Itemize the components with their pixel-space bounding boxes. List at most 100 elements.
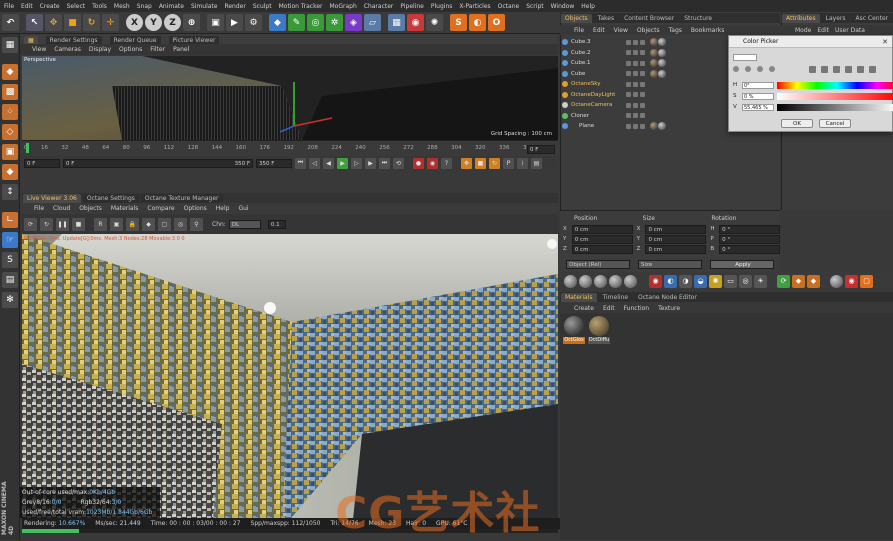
octane-object-tag-icon[interactable]: ⟳ — [777, 274, 790, 288]
menu-materials[interactable]: Materials — [111, 205, 139, 212]
material-preview-3-icon[interactable] — [594, 274, 607, 288]
keyframe-selection-button[interactable]: ? — [441, 157, 452, 169]
octane-targetlight-icon[interactable]: ◎ — [739, 274, 752, 288]
scripts-button[interactable]: S — [450, 14, 467, 31]
visibility-flags[interactable] — [626, 113, 645, 119]
clay-mode-button[interactable]: ◆ — [142, 217, 155, 231]
menu-panel[interactable]: Panel — [173, 46, 189, 53]
spline-pen-button[interactable]: ✎ — [288, 14, 305, 31]
menu-script[interactable]: Script — [526, 3, 543, 10]
array-button[interactable]: ✲ — [326, 14, 343, 31]
visibility-dot-icon[interactable] — [633, 60, 638, 66]
image-picker-icon[interactable] — [757, 66, 763, 72]
start-frame-field[interactable]: 0 F — [24, 158, 60, 168]
octane-scatter-icon[interactable]: ◆ — [792, 274, 805, 288]
menu-character[interactable]: Character — [364, 3, 394, 10]
render-view-button[interactable]: ▣ — [207, 14, 224, 31]
rgb-mode-icon[interactable] — [809, 66, 816, 73]
visibility-dot-icon[interactable] — [626, 71, 631, 77]
menu-render[interactable]: Render — [224, 3, 245, 10]
ok-button[interactable]: OK — [781, 119, 813, 128]
film-region-button[interactable]: ▣ — [110, 217, 123, 231]
polygons-mode-icon[interactable]: ▣ — [2, 144, 18, 160]
material-preview-2-icon[interactable] — [579, 274, 592, 288]
material-tag-icon[interactable] — [658, 122, 666, 131]
tab-layers[interactable]: Layers — [821, 14, 850, 23]
size-field[interactable]: 0 cm — [645, 244, 707, 254]
visibility-flags[interactable] — [626, 102, 645, 108]
menu-function[interactable]: Function — [624, 305, 650, 312]
menu-octane[interactable]: Octane — [498, 3, 520, 10]
octane-hdri-icon[interactable]: ◑ — [679, 274, 692, 288]
size-field[interactable]: 0 cm — [645, 224, 707, 234]
tab-octane-settings[interactable]: Octane Settings — [82, 194, 139, 203]
scale-key-button[interactable]: ■ — [475, 157, 486, 169]
saturation-slider[interactable] — [777, 92, 893, 100]
menu-file[interactable]: File — [4, 3, 14, 10]
palette-icon[interactable] — [769, 66, 775, 72]
material-tag-icon[interactable] — [650, 59, 658, 68]
material-tag-icon[interactable] — [658, 48, 666, 57]
go-to-start-button[interactable]: ⏮ — [295, 157, 306, 169]
menu-mode[interactable]: Mode — [795, 27, 811, 34]
menu-bookmarks[interactable]: Bookmarks — [691, 27, 725, 34]
edges-mode-icon[interactable]: ◇ — [2, 124, 18, 140]
visibility-dot-icon[interactable] — [626, 60, 631, 66]
visibility-dot-icon[interactable] — [640, 102, 645, 108]
lock-icon[interactable]: 🔒 — [126, 217, 139, 231]
tab-attributes[interactable]: Attributes — [782, 14, 820, 23]
pause-button[interactable]: ❚❚ — [56, 217, 69, 231]
value-slider[interactable] — [777, 103, 893, 111]
tab-octane-texture-manager[interactable]: Octane Texture Manager — [140, 194, 223, 203]
channel-select[interactable]: DL — [228, 219, 261, 229]
menu-edit[interactable]: Edit — [817, 27, 829, 34]
visibility-flags[interactable] — [626, 60, 645, 66]
snap-icon[interactable]: ∟ — [2, 212, 18, 228]
visibility-dot-icon[interactable] — [640, 113, 645, 119]
menu-view[interactable]: View — [32, 46, 46, 53]
menu-texture[interactable]: Texture — [658, 305, 680, 312]
octane-arealight-icon[interactable]: ▭ — [724, 274, 737, 288]
color-swatch[interactable] — [733, 54, 757, 61]
color-wheel-icon[interactable] — [733, 66, 739, 72]
go-to-end-button[interactable]: ⏭ — [379, 157, 390, 169]
coordinate-system-button[interactable]: ⊕ — [183, 14, 200, 31]
prev-key-button[interactable]: ◁ — [309, 157, 320, 169]
menu-view[interactable]: View — [614, 27, 628, 34]
close-icon[interactable]: ✕ — [882, 38, 888, 46]
visibility-flags[interactable] — [626, 71, 645, 77]
menu-snap[interactable]: Snap — [137, 3, 152, 10]
kelvin-mode-icon[interactable] — [833, 66, 840, 73]
visibility-dot-icon[interactable] — [633, 92, 638, 98]
visibility-dot-icon[interactable] — [640, 81, 645, 87]
menu-edit[interactable]: Edit — [593, 27, 605, 34]
tab-materials[interactable]: Materials — [561, 293, 597, 302]
workplane-icon[interactable]: ◆ — [2, 164, 18, 180]
octane-camera-icon[interactable]: ◉ — [649, 274, 662, 288]
size-field[interactable]: 0 cm — [645, 234, 707, 244]
visibility-dot-icon[interactable] — [633, 81, 638, 87]
rotation-field[interactable]: 0 ° — [719, 224, 780, 234]
visibility-flags[interactable] — [626, 50, 645, 56]
value-field[interactable]: 55.465 % — [742, 103, 774, 111]
material-tag-icon[interactable] — [658, 59, 666, 68]
prev-frame-button[interactable]: ◀ — [323, 157, 334, 169]
move-tool-button[interactable]: ✥ — [45, 14, 62, 31]
y-axis-button[interactable]: Y — [145, 14, 162, 31]
menu-create[interactable]: Create — [40, 3, 60, 10]
menu-mograph[interactable]: MoGraph — [330, 3, 357, 10]
visibility-dot-icon[interactable] — [626, 39, 631, 45]
channel-value-field[interactable]: 0.1 — [267, 219, 286, 229]
position-key-button[interactable]: ✥ — [461, 157, 472, 169]
menu-plugins[interactable]: Plugins — [431, 3, 453, 10]
tweak-mode-icon[interactable]: ☞ — [2, 232, 18, 248]
position-field[interactable]: 0 cm — [571, 224, 633, 234]
material-preview-1-icon[interactable] — [564, 274, 577, 288]
menu-edit[interactable]: Edit — [603, 305, 615, 312]
material-tag-icon[interactable] — [650, 122, 658, 131]
spectrum-icon[interactable] — [745, 66, 751, 72]
menu-select[interactable]: Select — [67, 3, 86, 10]
octane-live-viewer-button[interactable]: ◐ — [469, 14, 486, 31]
visibility-dot-icon[interactable] — [640, 50, 645, 56]
menu-sculpt[interactable]: Sculpt — [253, 3, 272, 10]
